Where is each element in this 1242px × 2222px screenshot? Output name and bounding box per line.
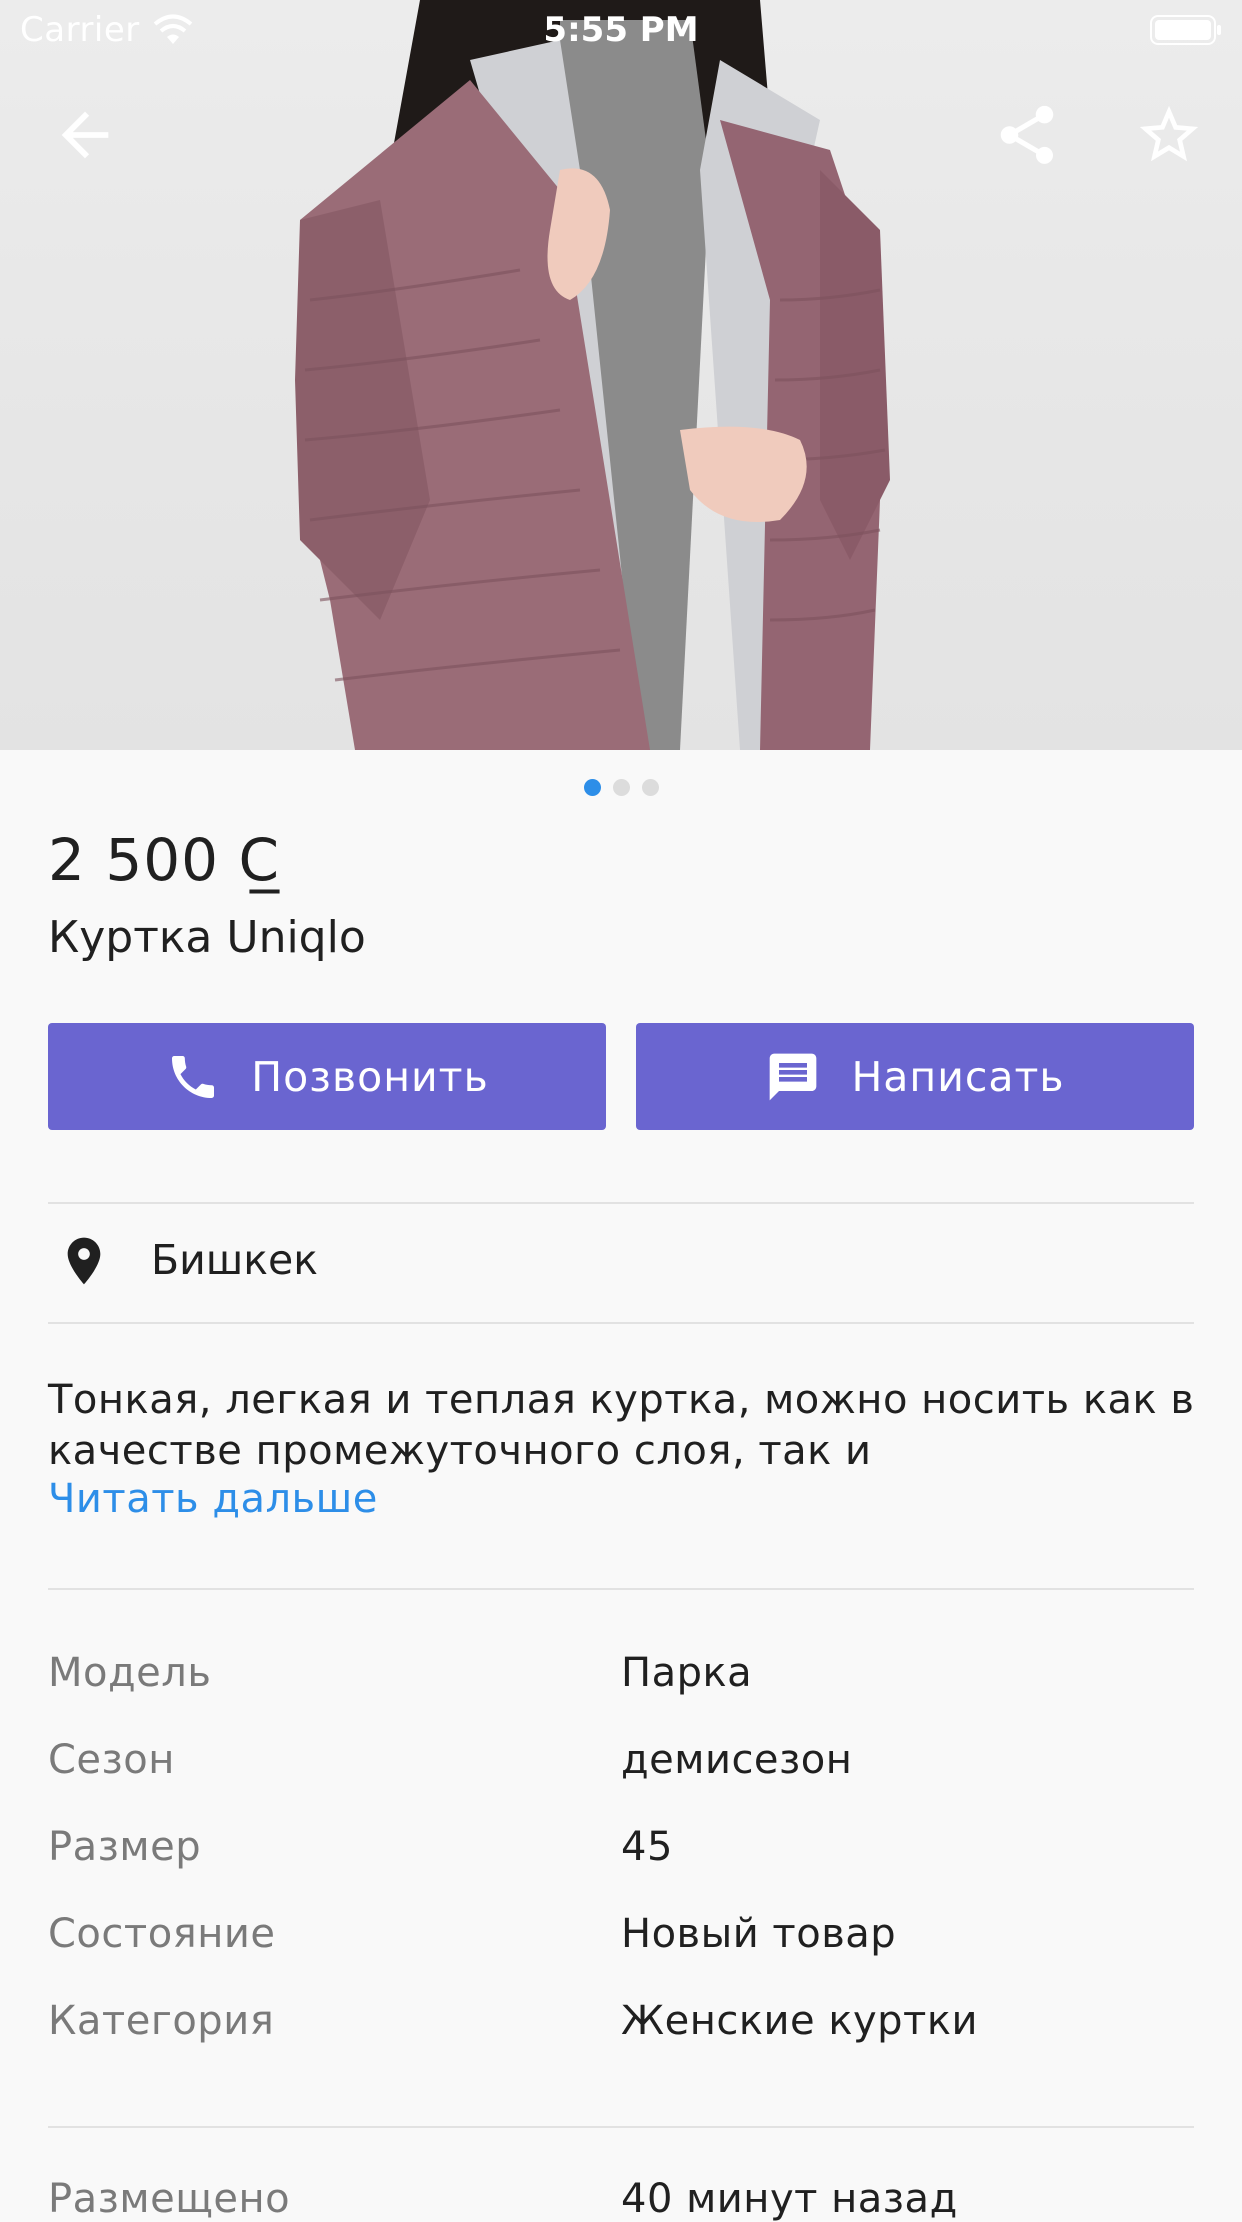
pager-dot-2[interactable] <box>612 779 630 796</box>
arrow-left-icon <box>61 111 109 159</box>
spec-key: Категория <box>48 1998 275 2044</box>
spec-row: Модель Парка <box>48 1650 1198 1710</box>
pager-dot-1[interactable] <box>583 779 601 796</box>
divider <box>48 1202 1194 1204</box>
battery-icon <box>1150 14 1222 55</box>
spec-value: Женские куртки <box>621 1998 978 2044</box>
spec-row: Состояние Новый товар <box>48 1911 1198 1971</box>
spec-key: Модель <box>48 1650 212 1696</box>
spec-value: 45 <box>621 1824 673 1870</box>
call-button[interactable]: Позвонить <box>48 1023 606 1130</box>
posted-value: 40 минут назад <box>621 2176 958 2222</box>
spec-row: Размер 45 <box>48 1824 1198 1884</box>
posted-key: Размещено <box>48 2176 291 2222</box>
spec-value: Парка <box>621 1650 753 1696</box>
write-button[interactable]: Написать <box>636 1023 1194 1130</box>
back-button[interactable] <box>50 100 120 170</box>
pager-dot-3[interactable] <box>641 779 659 796</box>
description-line-2: качестве промежуточного слоя, так и <box>48 1428 872 1474</box>
share-icon <box>1000 105 1054 164</box>
spec-row: Сезон демисезон <box>48 1737 1198 1797</box>
spec-value: демисезон <box>621 1737 853 1783</box>
gallery-pager[interactable] <box>0 779 1242 796</box>
divider <box>48 1322 1194 1324</box>
location-city: Бишкек <box>151 1236 319 1284</box>
product-price: 2 500 С̲ <box>48 826 280 894</box>
divider <box>48 1588 1194 1590</box>
spec-value: Новый товар <box>621 1911 897 1957</box>
divider <box>48 2126 1194 2128</box>
spec-key: Состояние <box>48 1911 276 1957</box>
call-button-label: Позвонить <box>251 1052 489 1101</box>
spec-row: Категория Женские куртки <box>48 1998 1198 2058</box>
map-pin-icon <box>56 1230 112 1296</box>
product-title: Куртка Uniqlo <box>48 912 366 963</box>
favorite-button[interactable] <box>1134 100 1204 170</box>
description-line-1: Тонкая, легкая и теплая куртка, можно но… <box>48 1377 1195 1423</box>
phone-icon <box>172 1055 215 1098</box>
clock: 5:55 PM <box>543 10 699 50</box>
share-button[interactable] <box>992 100 1062 170</box>
star-outline-icon <box>1139 105 1199 162</box>
message-icon <box>770 1053 817 1100</box>
read-more-link[interactable]: Читать дальше <box>48 1476 378 1522</box>
product-photo[interactable]: Carrier 5:55 PM <box>0 0 1242 750</box>
spec-key: Сезон <box>48 1737 175 1783</box>
status-bar: Carrier 5:55 PM <box>0 0 1242 60</box>
description: Тонкая, легкая и теплая куртка, можно но… <box>48 1375 1198 1477</box>
write-button-label: Написать <box>851 1052 1065 1101</box>
spec-key: Размер <box>48 1824 202 1870</box>
